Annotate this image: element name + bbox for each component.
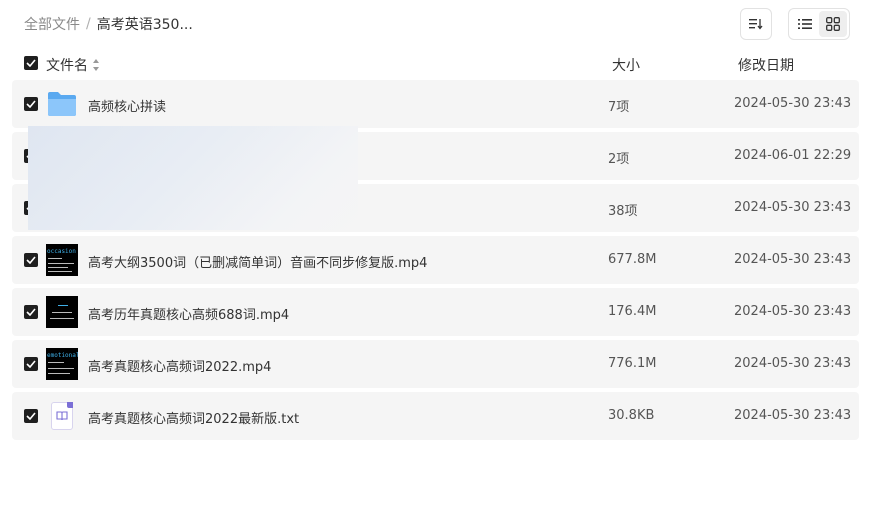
check-icon	[26, 360, 36, 368]
video-thumbnail	[46, 296, 78, 328]
breadcrumb-root-link[interactable]: 全部文件	[24, 14, 80, 34]
check-icon	[26, 308, 36, 316]
file-list-header: 文件名 大小 修改日期	[0, 52, 874, 76]
file-size: 677.8M	[608, 252, 657, 267]
thumbnail-text: emotional	[47, 352, 78, 359]
file-date: 2024-05-30 23:43	[734, 252, 852, 267]
file-size: 176.4M	[608, 304, 657, 319]
file-size: 776.1M	[608, 356, 657, 371]
file-date: 2024-05-30 23:43	[734, 96, 852, 111]
folder-icon	[46, 88, 78, 120]
file-name[interactable]: 高考大纲3500词（已删减简单词）音画不同步修复版.mp4	[88, 252, 427, 271]
file-row[interactable]: emotional 高考真题核心高频词2022.mp4 776.1M 2024-…	[12, 340, 859, 388]
row-checkbox[interactable]	[24, 357, 38, 371]
grid-view-button[interactable]	[819, 11, 847, 37]
file-row[interactable]: occasion 高考大纲3500词（已删减简单词）音画不同步修复版.mp4 6…	[12, 236, 859, 284]
file-date: 2024-05-30 23:43	[734, 356, 852, 371]
file-date: 2024-05-30 23:43	[734, 408, 852, 423]
row-checkbox[interactable]	[24, 305, 38, 319]
redaction-overlay	[28, 126, 358, 230]
name-column-label: 文件名	[46, 58, 88, 74]
text-file-icon	[46, 400, 78, 432]
row-checkbox[interactable]	[24, 97, 38, 111]
check-icon	[26, 100, 36, 108]
breadcrumb-separator: /	[86, 16, 91, 32]
video-thumbnail: occasion	[46, 244, 78, 276]
book-icon	[56, 411, 68, 421]
file-date: 2024-05-30 23:43	[734, 304, 852, 319]
thumbnail-text: occasion	[47, 248, 76, 255]
file-size: 38项	[608, 204, 638, 219]
file-row[interactable]: 高频核心拼读 7项 2024-05-30 23:43	[12, 80, 859, 128]
file-size: 7项	[608, 100, 630, 115]
file-name[interactable]: 高考真题核心高频词2022最新版.txt	[88, 408, 299, 427]
file-name[interactable]: 高考历年真题核心高频688词.mp4	[88, 304, 289, 323]
check-icon	[26, 256, 36, 264]
sort-caret-icon	[93, 59, 100, 71]
file-name[interactable]: 高考真题核心高频词2022.mp4	[88, 356, 271, 375]
video-thumbnail: emotional	[46, 348, 78, 380]
file-row[interactable]: 高考历年真题核心高频688词.mp4 176.4M 2024-05-30 23:…	[12, 288, 859, 336]
date-column-header: 修改日期	[738, 58, 794, 74]
grid-icon	[826, 17, 840, 31]
file-name[interactable]: 高频核心拼读	[88, 96, 166, 115]
row-checkbox[interactable]	[24, 409, 38, 423]
file-size: 2项	[608, 152, 630, 167]
name-column-header[interactable]: 文件名	[46, 55, 100, 75]
view-toggle	[788, 8, 850, 40]
sort-icon	[749, 19, 763, 30]
size-column-header: 大小	[612, 58, 640, 74]
list-icon	[798, 19, 812, 29]
breadcrumb: 全部文件 / 高考英语350...	[24, 14, 193, 34]
select-all-checkbox[interactable]	[24, 56, 38, 70]
file-date: 2024-05-30 23:43	[734, 200, 852, 215]
file-size: 30.8KB	[608, 408, 655, 423]
breadcrumb-current: 高考英语350...	[96, 17, 193, 33]
list-view-button[interactable]	[791, 11, 819, 37]
file-date: 2024-06-01 22:29	[734, 148, 852, 163]
row-checkbox[interactable]	[24, 253, 38, 267]
check-icon	[26, 412, 36, 420]
file-row[interactable]: 高考真题核心高频词2022最新版.txt 30.8KB 2024-05-30 2…	[12, 392, 859, 440]
check-icon	[26, 59, 36, 67]
sort-button[interactable]	[740, 8, 772, 40]
